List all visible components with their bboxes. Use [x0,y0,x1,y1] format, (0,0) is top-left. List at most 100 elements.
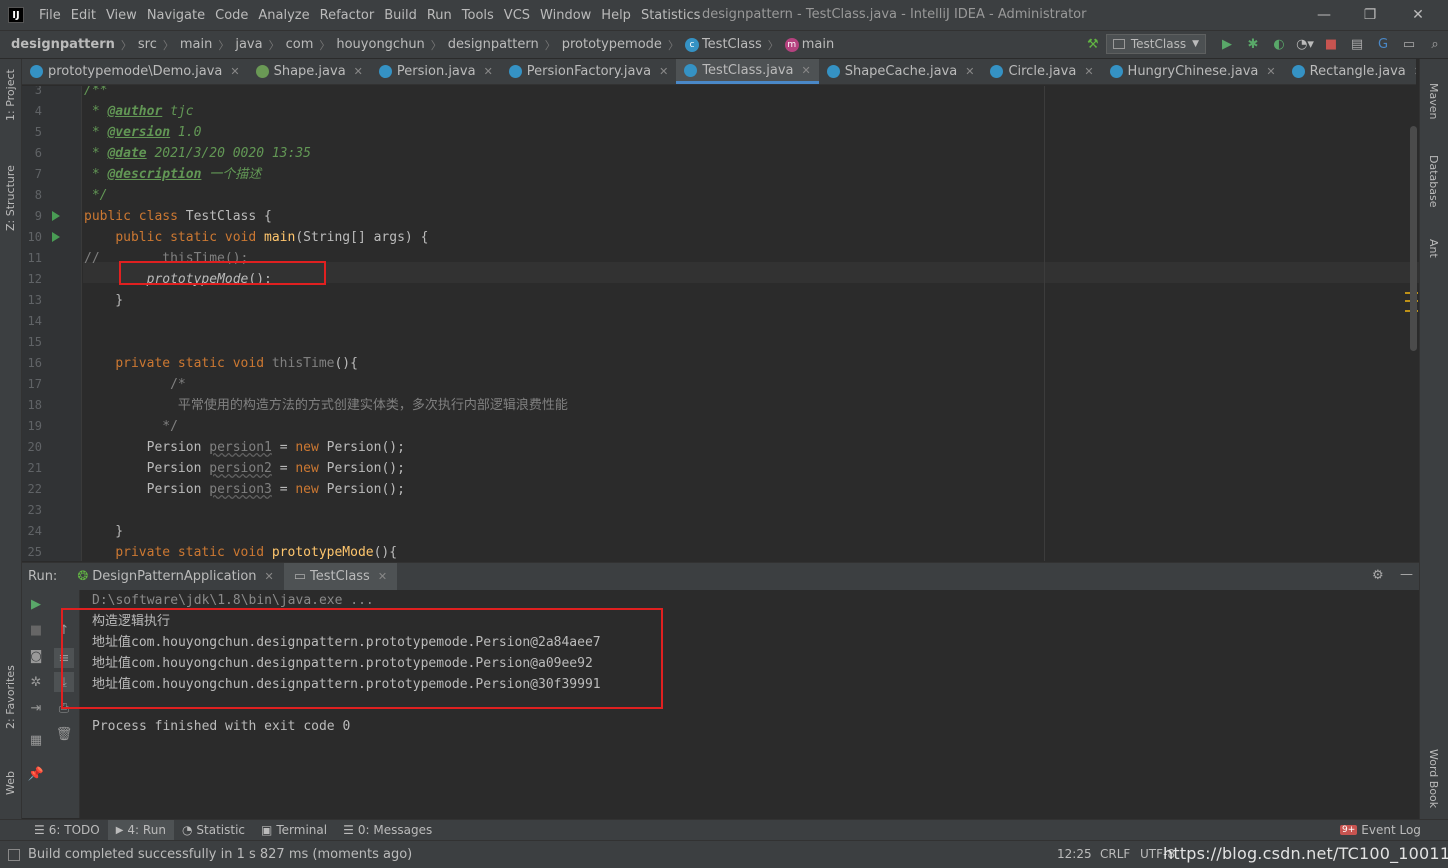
menu-help[interactable]: Help [596,8,636,23]
menu-refactor[interactable]: Refactor [315,8,380,23]
settings-icon[interactable]: ✲ [26,672,46,692]
rerun-icon[interactable]: ▶ [26,594,46,614]
event-log-button[interactable]: 9+ Event Log [1332,820,1429,841]
run-icon[interactable]: ▶ [1216,34,1238,54]
close-tab-icon[interactable]: ✕ [378,570,387,583]
breadcrumb-designpattern[interactable]: designpattern [448,37,539,52]
close-button[interactable]: ✕ [1398,4,1438,26]
breadcrumb-separator: 〉 [268,38,280,52]
close-tab-icon[interactable]: ✕ [354,65,363,78]
menu-file[interactable]: File [34,8,66,23]
menu-navigate[interactable]: Navigate [142,8,210,23]
editor-tab[interactable]: ShapeCache.java ✕ [819,59,983,84]
coverage-icon[interactable]: ◐ [1268,34,1290,54]
terminal-tool-button[interactable]: ▣ Terminal [253,820,335,841]
restore-button[interactable]: ❐ [1350,4,1390,26]
run-configuration-select[interactable]: TestClass ▼ [1105,34,1206,54]
search-everywhere-icon[interactable]: ⌕ [1424,34,1446,54]
ant-tool-button[interactable]: Ant [1427,239,1440,258]
wordbook-tool-button[interactable]: Word Book [1427,749,1440,808]
caret-position[interactable]: 12:25 [1057,847,1092,861]
close-tab-icon[interactable]: ✕ [265,570,274,583]
messages-tool-button[interactable]: ☰ 0: Messages [335,820,440,841]
editor-tab[interactable]: Shape.java ✕ [248,59,371,84]
menu-bar: IJ File Edit View Navigate Code Analyze … [0,0,1448,30]
login-icon[interactable]: ⇥ [26,698,46,718]
stop-icon[interactable]: ■ [1320,34,1342,54]
camera-icon[interactable]: ◙ [26,646,46,666]
run-console[interactable]: D:\software\jdk\1.8\bin\java.exe ... 构造逻辑… [61,590,1419,818]
menu-window[interactable]: Window [535,8,596,23]
menu-vcs[interactable]: VCS [499,8,535,23]
run-tab-testclass[interactable]: ▭ TestClass ✕ [283,562,398,591]
structure-tool-button[interactable]: Z: Structure [4,165,17,231]
profile-icon[interactable]: ◔▾ [1294,34,1316,54]
stop-icon[interactable]: ■ [26,620,46,640]
run-gutter-icon[interactable] [52,211,60,221]
run-tab-designpatternapplication[interactable]: ❂ DesignPatternApplication ✕ [67,563,283,591]
database-tool-button[interactable]: Database [1427,155,1440,208]
breadcrumb-separator: 〉 [667,38,679,52]
menu-tools[interactable]: Tools [457,8,499,23]
web-tool-button[interactable]: Web [4,771,17,795]
editor-tab[interactable]: prototypemode\Demo.java ✕ [22,59,248,84]
presentation-icon[interactable]: ▭ [1398,34,1420,54]
breadcrumb-com[interactable]: com [286,37,314,52]
breadcrumb-prototypemode[interactable]: prototypemode [562,37,662,52]
editor-tab[interactable]: TestClass.java ✕ [676,59,819,84]
menu-run[interactable]: Run [422,8,457,23]
editor-tab[interactable]: Persion.java ✕ [371,59,501,84]
toggle-tool-windows-icon[interactable] [8,848,20,861]
menu-view[interactable]: View [101,8,142,23]
breadcrumb-java[interactable]: java [235,37,262,52]
gear-icon[interactable]: ⚙ [1372,568,1384,583]
editor-tab[interactable]: PersionFactory.java ✕ [501,59,677,84]
translate-icon[interactable]: G [1372,34,1394,54]
run-gutter-icon[interactable] [52,232,60,242]
close-tab-icon[interactable]: ✕ [965,65,974,78]
editor-tab[interactable]: HungryChinese.java ✕ [1102,59,1284,84]
maven-tool-button[interactable]: Maven [1427,83,1440,119]
close-tab-icon[interactable]: ✕ [1084,65,1093,78]
breadcrumb-project[interactable]: designpattern [11,37,115,52]
close-tab-icon[interactable]: ✕ [484,65,493,78]
menu-statistics[interactable]: Statistics [636,8,705,23]
vertical-scrollbar[interactable] [1410,126,1417,351]
breadcrumb-main[interactable]: main [180,37,212,52]
code-editor[interactable]: 3/** 4 * @author tjc 5 * @version 1.0 6 * @… [22,86,1419,561]
editor-tab[interactable]: Circle.java ✕ [982,59,1101,84]
run-tool-button[interactable]: ▶ 4: Run [107,819,174,841]
breadcrumb-src[interactable]: src [138,37,157,52]
close-tab-icon[interactable]: ✕ [1414,65,1416,78]
build-hammer-icon[interactable]: ⚒ [1082,34,1104,54]
pin-icon[interactable]: 📌 [26,764,46,784]
close-tab-icon[interactable]: ✕ [230,65,239,78]
project-tool-button[interactable]: 1: Project [4,69,17,121]
code-text: Persion persion3 = new Persion(); [146,482,405,497]
debug-icon[interactable]: ✱ [1242,34,1264,54]
statistic-tool-button[interactable]: ◔ Statistic [174,820,253,841]
project-structure-icon[interactable]: ▤ [1346,34,1368,54]
close-tab-icon[interactable]: ✕ [801,64,810,77]
menu-edit[interactable]: Edit [66,8,101,23]
menu-analyze[interactable]: Analyze [253,8,314,23]
menu-code[interactable]: Code [210,8,253,23]
todo-tool-button[interactable]: ☰ 6: TODO [26,820,108,841]
code-line: 14 [22,311,1419,332]
breadcrumb-main-method[interactable]: m main [784,37,834,52]
minimize-button[interactable]: — [1304,4,1344,26]
hide-panel-icon[interactable]: — [1400,567,1413,582]
code-line: 21 Persion persion2 = new Persion(); [22,458,1419,479]
menu-build[interactable]: Build [379,8,422,23]
favorites-tool-button[interactable]: 2: Favorites [4,665,17,729]
layout-icon[interactable]: ▦ [26,730,46,750]
close-tab-icon[interactable]: ✕ [1266,65,1275,78]
editor-tab[interactable]: Rectangle.java ✕ [1284,59,1416,84]
breadcrumb-testclass[interactable]: c TestClass [684,37,762,52]
breadcrumb-houyongchun[interactable]: houyongchun [336,37,424,52]
close-tab-icon[interactable]: ✕ [659,65,668,78]
trash-icon[interactable]: 🗑 [54,724,74,744]
breadcrumb-separator: 〉 [319,38,331,52]
line-separator[interactable]: CRLF [1100,847,1130,861]
code-line: 17 /* [22,374,1419,395]
